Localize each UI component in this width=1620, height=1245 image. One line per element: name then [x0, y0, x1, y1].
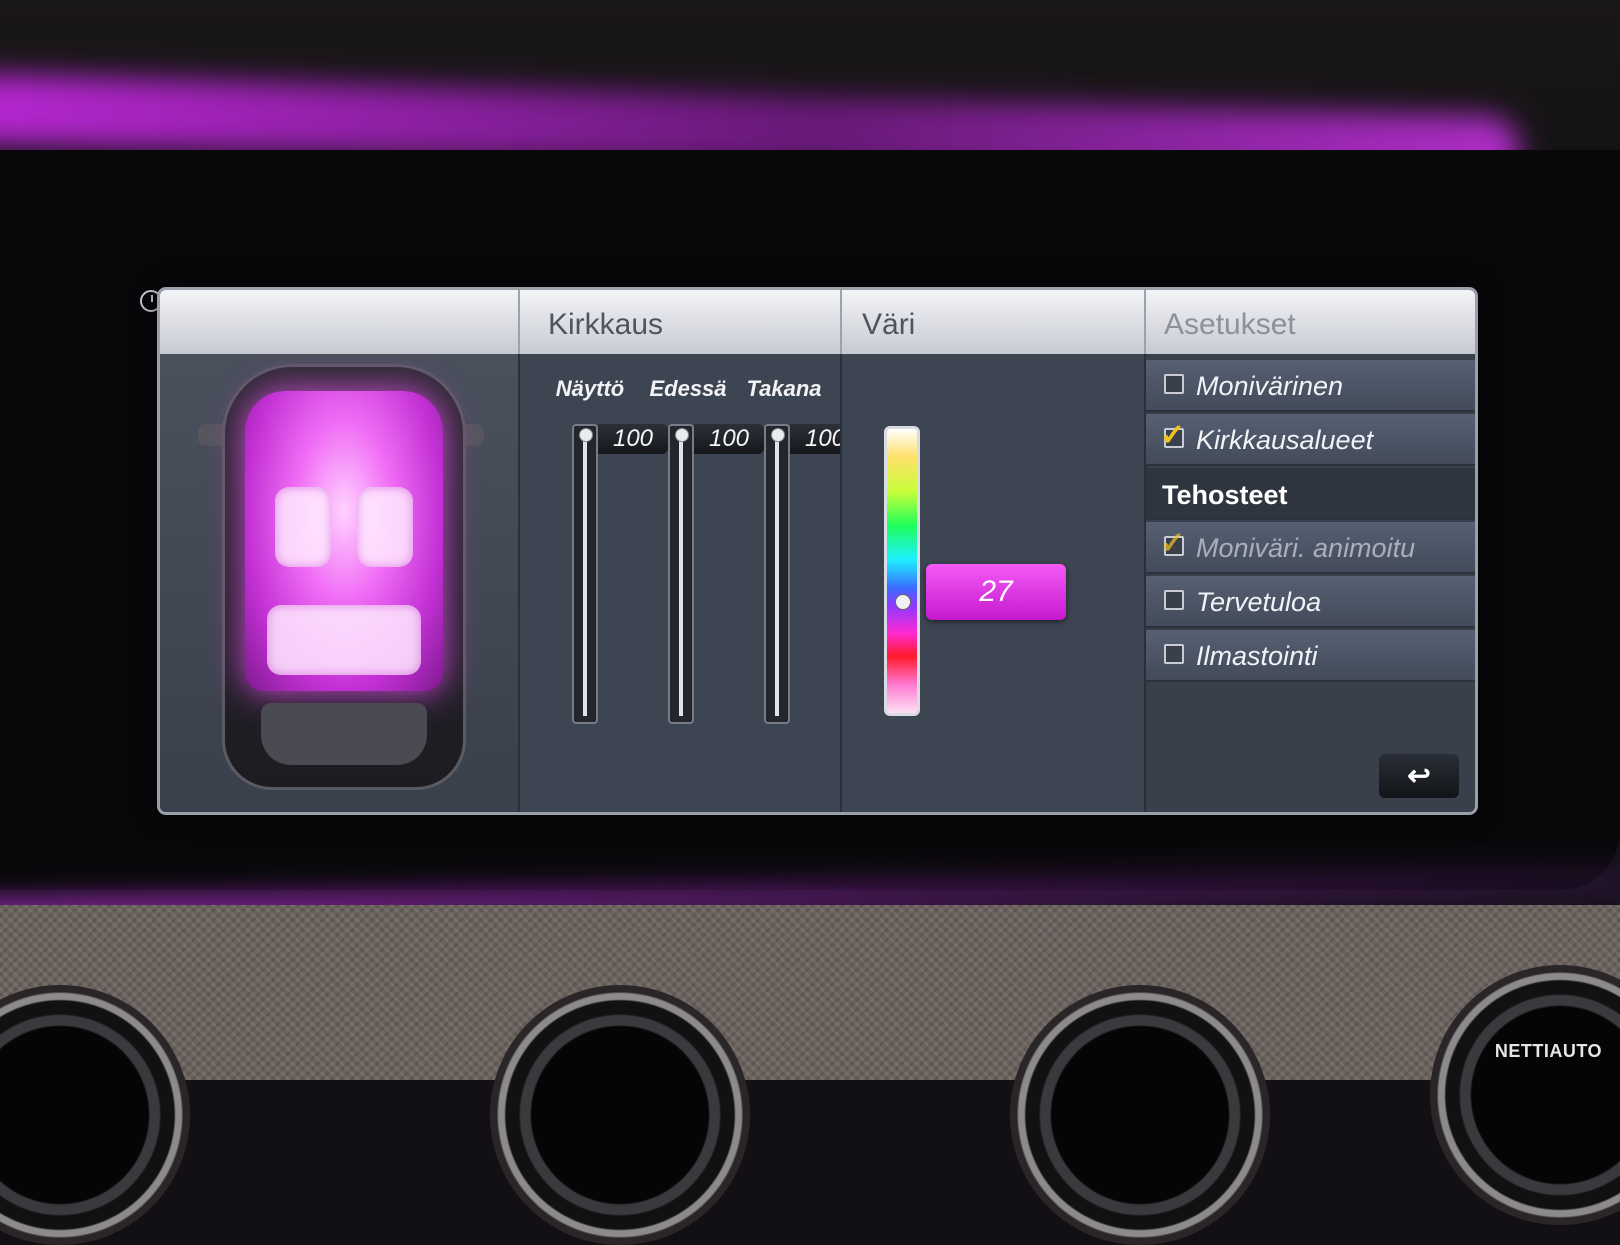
ambient-lighting-screen: Kirkkaus Väri Asetukset Näyttö Edessä Ta… — [160, 290, 1475, 812]
brightness-title: Kirkkaus — [548, 308, 664, 341]
setting-welcome[interactable]: Tervetuloa — [1146, 576, 1475, 628]
spectrum-knob[interactable] — [895, 594, 911, 610]
slider-label-front: Edessä — [649, 376, 727, 401]
dashboard-trim — [0, 905, 1620, 1245]
setting-multicolor-animated[interactable]: ✓ Moniväri. animoitu — [1146, 522, 1475, 574]
back-arrow-icon: ↩ — [1407, 760, 1431, 791]
slider-label-rear: Takana — [746, 376, 822, 401]
setting-label: Ilmastointi — [1196, 641, 1318, 671]
effects-title: Tehosteet — [1162, 480, 1288, 510]
color-title: Väri — [862, 308, 916, 341]
display-brightness-value: 100 — [598, 424, 668, 454]
air-vent-right — [1430, 965, 1620, 1225]
display-brightness-slider[interactable] — [572, 424, 598, 724]
front-right-seat — [357, 487, 413, 567]
check-icon: ✓ — [1160, 527, 1186, 560]
screen-header: Kirkkaus Väri Asetukset — [160, 290, 1475, 354]
slider-knob[interactable] — [579, 428, 593, 442]
header-divider — [840, 290, 842, 354]
setting-multicolor[interactable]: Monivärinen — [1146, 360, 1475, 412]
color-value-badge: 27 — [926, 564, 1066, 620]
header-divider — [1144, 290, 1146, 354]
setting-brightness-zones[interactable]: ✓ Kirkkausalueet — [1146, 414, 1475, 466]
effects-section-header: Tehosteet — [1146, 468, 1475, 520]
clock-icon — [140, 290, 162, 312]
setting-label: Tervetuloa — [1196, 587, 1322, 617]
slider-fill — [679, 432, 683, 716]
front-brightness-slider[interactable] — [668, 424, 694, 724]
car-trunk — [261, 703, 427, 765]
slider-knob[interactable] — [771, 428, 785, 442]
checkbox-unchecked[interactable] — [1164, 374, 1184, 394]
front-brightness-value: 100 — [694, 424, 764, 454]
air-vent-left — [0, 985, 190, 1245]
settings-panel: Monivärinen ✓ Kirkkausalueet Tehosteet ✓… — [1146, 354, 1475, 812]
color-panel: 27 — [842, 354, 1142, 812]
rear-brightness-slider[interactable] — [764, 424, 790, 724]
slider-label-display: Näyttö — [555, 376, 625, 401]
car-cabin-lit — [245, 391, 443, 691]
setting-label: Kirkkausalueet — [1196, 425, 1374, 455]
setting-climate[interactable]: Ilmastointi — [1146, 630, 1475, 682]
back-button[interactable]: ↩ — [1379, 754, 1459, 798]
setting-label: Monivärinen — [1196, 371, 1344, 401]
car-interior-diagram — [160, 354, 518, 812]
checkbox-unchecked[interactable] — [1164, 590, 1184, 610]
car-body — [222, 364, 466, 790]
slider-fill — [775, 432, 779, 716]
setting-label: Moniväri. animoitu — [1196, 533, 1416, 563]
slider-fill — [583, 432, 587, 716]
slider-knob[interactable] — [675, 428, 689, 442]
header-divider — [518, 290, 520, 354]
checkbox-unchecked[interactable] — [1164, 644, 1184, 664]
check-icon: ✓ — [1160, 419, 1186, 452]
front-left-seat — [275, 487, 331, 567]
air-vent-center-left — [490, 985, 750, 1245]
air-vent-center-right — [1010, 985, 1270, 1245]
settings-title: Asetukset — [1164, 308, 1296, 341]
watermark: NETTIAUTO — [1494, 1041, 1602, 1061]
color-spectrum-slider[interactable] — [884, 426, 920, 716]
rear-bench-seat — [267, 605, 421, 675]
brightness-panel: Näyttö Edessä Takana 100 100 100 — [520, 354, 860, 812]
